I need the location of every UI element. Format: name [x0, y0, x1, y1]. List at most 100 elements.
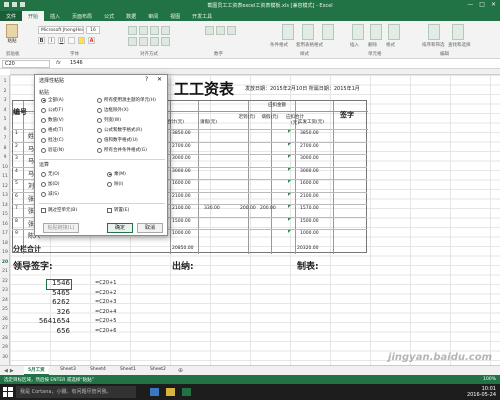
calc-formula[interactable]: =C20+2 — [95, 290, 116, 296]
row-number[interactable]: 29 — [0, 345, 10, 350]
row-base[interactable]: 2100.00 — [172, 206, 191, 211]
table-format-button[interactable] — [302, 24, 314, 40]
redo-icon[interactable] — [20, 2, 25, 7]
row-base[interactable]: 3000.00 — [172, 156, 191, 161]
paste-left-radio[interactable] — [41, 127, 46, 133]
conditional-format-button[interactable] — [282, 24, 294, 40]
row-number[interactable]: 11 — [0, 174, 10, 179]
paste-button[interactable]: 粘贴 — [4, 24, 20, 48]
tab-home[interactable]: 开始 — [22, 11, 45, 21]
calc-formula[interactable]: =C20+6 — [95, 328, 116, 334]
row-late[interactable]: 200.00 — [240, 206, 256, 211]
font-size-select[interactable]: 16 — [86, 26, 100, 34]
row-number[interactable]: 3 — [0, 98, 10, 103]
row-number[interactable]: 14 — [0, 203, 10, 208]
align-bottom-icon[interactable] — [150, 26, 159, 35]
tab-view[interactable]: 视图 — [164, 11, 186, 21]
font-name-select[interactable]: Microsoft JhengHei UI L — [38, 26, 84, 34]
row-base[interactable]: 1500.00 — [172, 219, 191, 224]
tab-insert[interactable]: 插入 — [44, 11, 66, 21]
sheet-tab-sheet4[interactable]: Sheet4 — [86, 366, 110, 375]
row-number[interactable]: 16 — [0, 222, 10, 227]
row-number[interactable]: 23 — [0, 288, 10, 293]
sheet-tab-may-salary[interactable]: 5月工资 — [24, 366, 49, 375]
row-number[interactable]: 5 — [0, 117, 10, 122]
calc-value[interactable]: 5465 — [10, 289, 70, 297]
row-id[interactable]: 5 — [15, 181, 18, 186]
paste-right-option[interactable]: 边框除外(X) — [97, 107, 129, 113]
paste-right-option[interactable]: 列宽(W) — [97, 117, 121, 123]
maximize-button[interactable]: □ — [479, 1, 485, 8]
row-id[interactable]: 6 — [15, 194, 18, 199]
row-number[interactable]: 1 — [0, 79, 10, 84]
align-middle-icon[interactable] — [139, 26, 148, 35]
calc-formula[interactable]: =C20+5 — [95, 318, 116, 324]
op-left-option[interactable]: 无(O) — [41, 171, 60, 177]
sheet-nav-arrows[interactable]: ◀▶ — [4, 368, 16, 374]
delete-cells-button[interactable] — [370, 24, 382, 40]
row-base[interactable]: 3850.00 — [172, 131, 191, 136]
row-actual[interactable]: 1000.00 — [300, 231, 319, 236]
dialog-close-icon[interactable]: ✕ — [157, 76, 162, 83]
row-headers[interactable]: 1 2 3 4 5 6 7 8 9 10 11 12 13 14 15 16 17 18 19 20 21 22 23 24 2… — [0, 75, 10, 365]
currency-icon[interactable] — [205, 26, 214, 35]
row-number[interactable]: 18 — [0, 241, 10, 246]
transpose-checkbox[interactable] — [107, 207, 112, 213]
op-right-radio[interactable] — [107, 171, 112, 177]
row-id[interactable]: 4 — [15, 169, 18, 174]
row-base[interactable]: 1000.00 — [172, 231, 191, 236]
calc-value[interactable]: 326 — [10, 308, 70, 316]
underline-button[interactable]: U — [58, 37, 65, 44]
sheet-tab-sheet2[interactable]: Sheet2 — [146, 366, 170, 375]
row-id[interactable]: 3 — [15, 156, 18, 161]
row-actual[interactable]: 1500.00 — [300, 219, 319, 224]
border-icon[interactable] — [68, 37, 75, 44]
paste-right-radio[interactable] — [97, 127, 102, 133]
cell-style-button[interactable] — [322, 24, 334, 40]
formula-input[interactable]: 1546 — [70, 60, 83, 66]
font-color-icon[interactable]: A — [88, 37, 95, 44]
file-explorer-icon[interactable] — [166, 388, 175, 396]
row-number[interactable]: 19 — [0, 250, 10, 255]
row-id[interactable]: 2 — [15, 144, 18, 149]
op-left-radio[interactable] — [41, 171, 46, 177]
paste-right-radio[interactable] — [97, 117, 102, 123]
row-number[interactable]: 22 — [0, 279, 10, 284]
row-base[interactable]: 1600.00 — [172, 181, 191, 186]
paste-left-radio[interactable] — [41, 137, 46, 143]
percent-icon[interactable] — [216, 26, 225, 35]
row-number[interactable]: 13 — [0, 193, 10, 198]
wrap-text-icon[interactable] — [161, 26, 170, 35]
minimize-button[interactable]: — — [467, 1, 473, 8]
merge-icon[interactable] — [161, 37, 170, 46]
row-number[interactable]: 2 — [0, 89, 10, 94]
align-left-icon[interactable] — [128, 37, 137, 46]
row-number[interactable]: 30 — [0, 355, 10, 360]
row-id[interactable]: 7 — [15, 206, 18, 211]
op-left-option[interactable]: 加(D) — [41, 181, 59, 187]
tab-data[interactable]: 数据 — [120, 11, 142, 21]
paste-right-option[interactable]: 公式和数字格式(R) — [97, 127, 142, 133]
align-top-icon[interactable] — [128, 26, 137, 35]
row-number[interactable]: 28 — [0, 336, 10, 341]
row-actual[interactable]: 1570.00 — [300, 206, 319, 211]
excel-icon[interactable] — [182, 388, 191, 396]
op-right-radio[interactable] — [107, 181, 112, 187]
paste-left-option[interactable]: 全部(A) — [41, 97, 64, 103]
paste-left-option[interactable]: 格式(T) — [41, 127, 63, 133]
row-base[interactable]: 2700.00 — [172, 144, 191, 149]
row-number[interactable]: 20 — [0, 260, 10, 265]
paste-left-radio[interactable] — [41, 147, 46, 153]
row-number[interactable]: 7 — [0, 136, 10, 141]
row-number[interactable]: 26 — [0, 317, 10, 322]
op-right-option[interactable]: 除(I) — [107, 181, 123, 187]
fill-color-icon[interactable] — [78, 37, 85, 44]
add-sheet-button[interactable]: ⊕ — [178, 367, 183, 374]
windows-start-icon[interactable] — [3, 387, 13, 397]
paste-right-radio[interactable] — [97, 107, 102, 113]
undo-icon[interactable] — [12, 2, 17, 7]
paste-link-button[interactable]: 粘贴链接(L) — [43, 223, 79, 233]
bold-button[interactable]: B — [38, 37, 45, 44]
sheet-tab-sheet1[interactable]: Sheet1 — [116, 366, 140, 375]
close-button[interactable]: ✕ — [491, 1, 496, 8]
